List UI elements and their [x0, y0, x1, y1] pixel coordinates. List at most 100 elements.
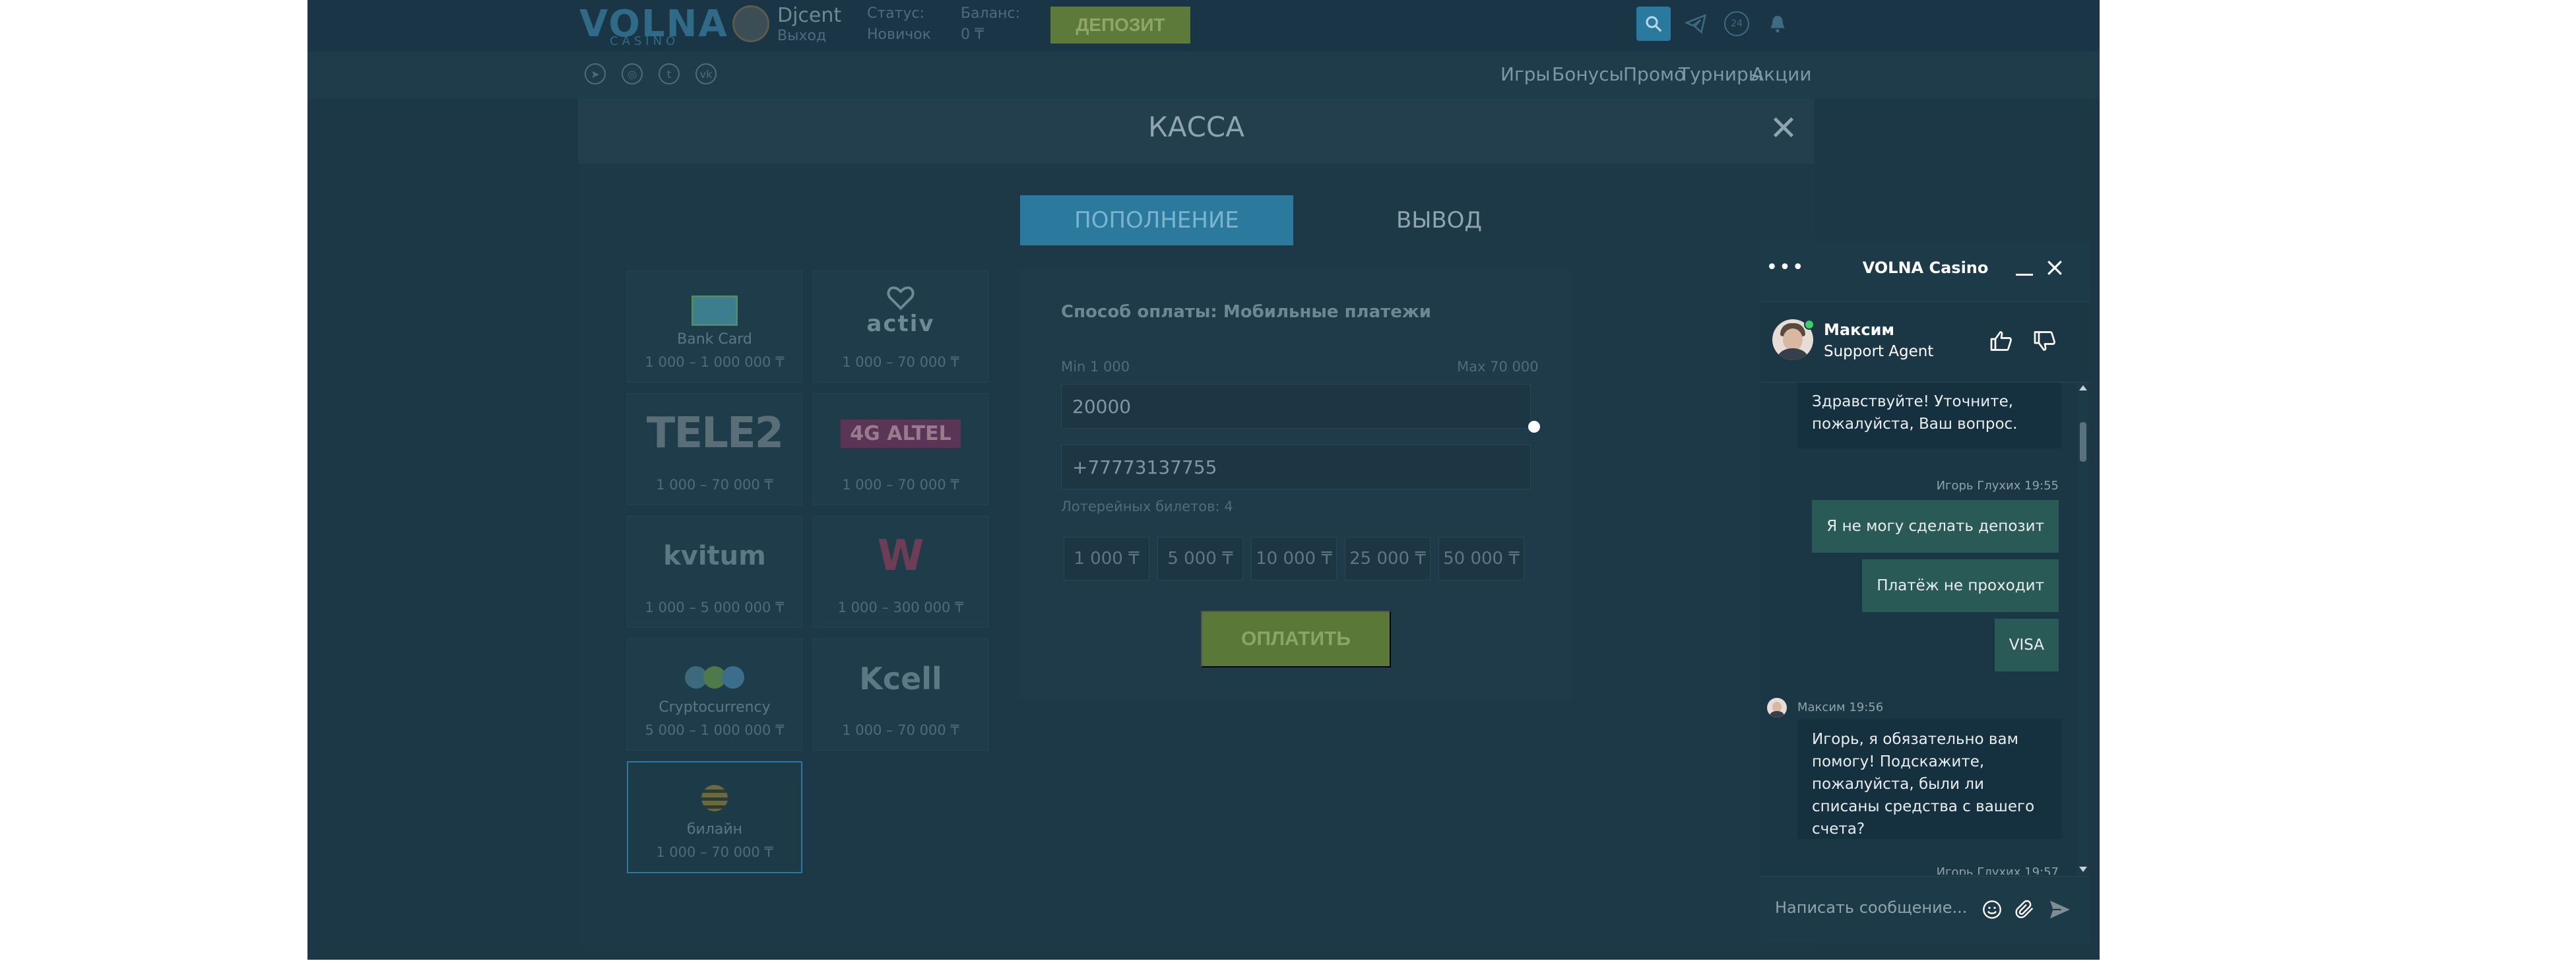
telegram-button[interactable] [1681, 9, 1710, 38]
agent-message: Игорь, я обязательно вам помогу! Подскаж… [1797, 719, 2061, 839]
method-range: 1 000 – 70 000 ₸ [842, 722, 959, 738]
tab-withdraw[interactable]: ВЫВОД [1293, 195, 1585, 245]
notifications-button[interactable] [1763, 9, 1792, 38]
method-range: 1 000 – 70 000 ₸ [656, 844, 773, 860]
bank-card-icon [692, 295, 738, 326]
scroll-down-arrow[interactable] [2079, 867, 2087, 872]
social-telegram[interactable]: ➤ [585, 63, 606, 84]
quick-amount-1000[interactable]: 1 000 ₸ [1064, 537, 1149, 580]
kvitum-logo: kvitum [663, 541, 766, 571]
pay-button[interactable]: ОПЛАТИТЬ [1201, 611, 1391, 668]
instagram-icon: ◎ [628, 67, 637, 80]
method-wooppay[interactable]: W 1 000 – 300 000 ₸ [813, 516, 988, 628]
top-header [307, 0, 2100, 51]
beeline-icon [701, 785, 728, 811]
sub-navigation [307, 51, 2100, 99]
scroll-up-arrow[interactable] [2079, 385, 2087, 390]
bell-icon [1770, 16, 1785, 33]
nav-promo[interactable]: Промо [1623, 63, 1685, 85]
balance-value: 0 ₸ [961, 26, 984, 43]
social-vk[interactable]: vk [695, 63, 717, 84]
message-meta: Игорь Глухих 19:57 [1936, 865, 2059, 875]
chat-close-button[interactable] [2043, 256, 2067, 280]
vk-icon: vk [699, 67, 713, 80]
minimize-icon [2016, 274, 2033, 276]
attach-button[interactable] [2012, 897, 2038, 922]
quick-amount-5000[interactable]: 5 000 ₸ [1157, 537, 1243, 580]
lottery-tickets: Лотерейных билетов: 4 [1061, 499, 1233, 514]
method-kvitum[interactable]: kvitum 1 000 – 5 000 000 ₸ [627, 516, 802, 628]
tab-deposit[interactable]: ПОПОЛНЕНИЕ [1020, 195, 1293, 245]
nav-bonuses[interactable]: Бонусы [1552, 63, 1624, 85]
status-label: Статус: [867, 5, 925, 22]
method-activ[interactable]: activ 1 000 – 70 000 ₸ [813, 270, 988, 383]
method-altel[interactable]: 4G ALTEL 1 000 – 70 000 ₸ [813, 393, 988, 505]
message-meta: Максим 19:56 [1797, 700, 1884, 714]
agent-message: Здравствуйте! Уточните, пожалуйста, Ваш … [1797, 383, 2061, 449]
user-message: VISA [1994, 619, 2059, 671]
balance-label: Баланс: [961, 5, 1021, 22]
search-icon [1646, 16, 1662, 32]
user-avatar[interactable] [732, 5, 769, 42]
thumbs-up-icon [1990, 331, 2012, 351]
phone-input[interactable]: +77773137755 [1061, 445, 1531, 489]
method-crypto[interactable]: Cryptocurrency 5 000 – 1 000 000 ₸ [627, 638, 802, 751]
quick-amount-50000[interactable]: 50 000 ₸ [1438, 537, 1524, 580]
heart-icon [887, 286, 915, 311]
twitter-icon: t [666, 67, 672, 80]
method-kcell[interactable]: Kcell 1 000 – 70 000 ₸ [813, 638, 988, 751]
quick-amount-25000[interactable]: 25 000 ₸ [1345, 537, 1431, 580]
chat-messages[interactable]: Здравствуйте! Уточните, пожалуйста, Ваш … [1760, 383, 2090, 875]
method-range: 5 000 – 1 000 000 ₸ [645, 722, 785, 738]
telegram-icon [1685, 14, 1706, 34]
method-beeline[interactable]: билайн 1 000 – 70 000 ₸ [627, 761, 802, 873]
support-24-button[interactable]: 24 [1722, 9, 1751, 38]
screen: VOLNA CASINO Djcent Выход Статус: Новичо… [0, 0, 2576, 963]
logout-link[interactable]: Выход [777, 28, 826, 44]
nav-actions[interactable]: Акции [1751, 63, 1812, 85]
crypto-icon [685, 666, 744, 689]
thumbs-up-button[interactable] [1986, 326, 2016, 356]
method-range: 1 000 – 300 000 ₸ [837, 600, 964, 615]
nav-games[interactable]: Игры [1500, 63, 1551, 85]
smile-icon [1983, 900, 2001, 919]
method-range: 1 000 – 70 000 ₸ [842, 477, 959, 493]
payment-method-title: Способ оплаты: Мобильные платежи [1061, 302, 1431, 322]
username[interactable]: Djcent [777, 4, 841, 27]
support-24-icon: 24 [1724, 11, 1749, 36]
max-amount: Max 70 000 [1457, 359, 1539, 375]
social-instagram[interactable]: ◎ [622, 63, 643, 84]
thumbs-down-button[interactable] [2030, 326, 2060, 356]
agent-mini-avatar [1767, 698, 1787, 718]
social-twitter[interactable]: t [659, 63, 680, 84]
method-range: 1 000 – 5 000 000 ₸ [645, 600, 785, 615]
tele2-logo: TELE2 [646, 409, 784, 458]
search-button[interactable] [1636, 7, 1671, 41]
emoji-button[interactable] [1980, 897, 2005, 922]
send-button[interactable] [2045, 896, 2075, 923]
message-meta: Игорь Глухих 19:55 [1936, 479, 2059, 493]
method-range: 1 000 – 1 000 000 ₸ [645, 354, 785, 370]
telegram-icon: ➤ [591, 67, 600, 80]
min-amount: Min 1 000 [1061, 359, 1130, 375]
chat-minimize-button[interactable] [2012, 256, 2036, 280]
modal-close-button[interactable] [1766, 109, 1801, 145]
method-range: 1 000 – 70 000 ₸ [656, 477, 773, 493]
kcell-logo: Kcell [859, 661, 942, 697]
quick-amount-10000[interactable]: 10 000 ₸ [1251, 537, 1337, 580]
paperclip-icon [2015, 900, 2033, 919]
method-tele2[interactable]: TELE2 1 000 – 70 000 ₸ [627, 393, 802, 505]
nav-tournaments[interactable]: Турниры [1679, 63, 1763, 85]
user-message: Я не могу сделать депозит [1812, 500, 2059, 553]
scrollbar-thumb[interactable] [2080, 422, 2086, 462]
user-message: Платёж не проходит [1862, 559, 2059, 612]
method-bank-card[interactable]: Bank Card 1 000 – 1 000 000 ₸ [627, 270, 802, 383]
method-range: 1 000 – 70 000 ₸ [842, 354, 959, 370]
logo-subtitle: CASINO [610, 34, 680, 48]
wooppay-logo: W [877, 532, 924, 580]
thumbs-down-icon [2034, 331, 2055, 351]
chat-scrollbar[interactable] [2077, 383, 2089, 875]
deposit-button[interactable]: ДЕПОЗИТ [1050, 7, 1190, 44]
chat-input[interactable]: Написать сообщение... [1775, 898, 1967, 917]
amount-input[interactable]: 20000 [1061, 384, 1531, 429]
